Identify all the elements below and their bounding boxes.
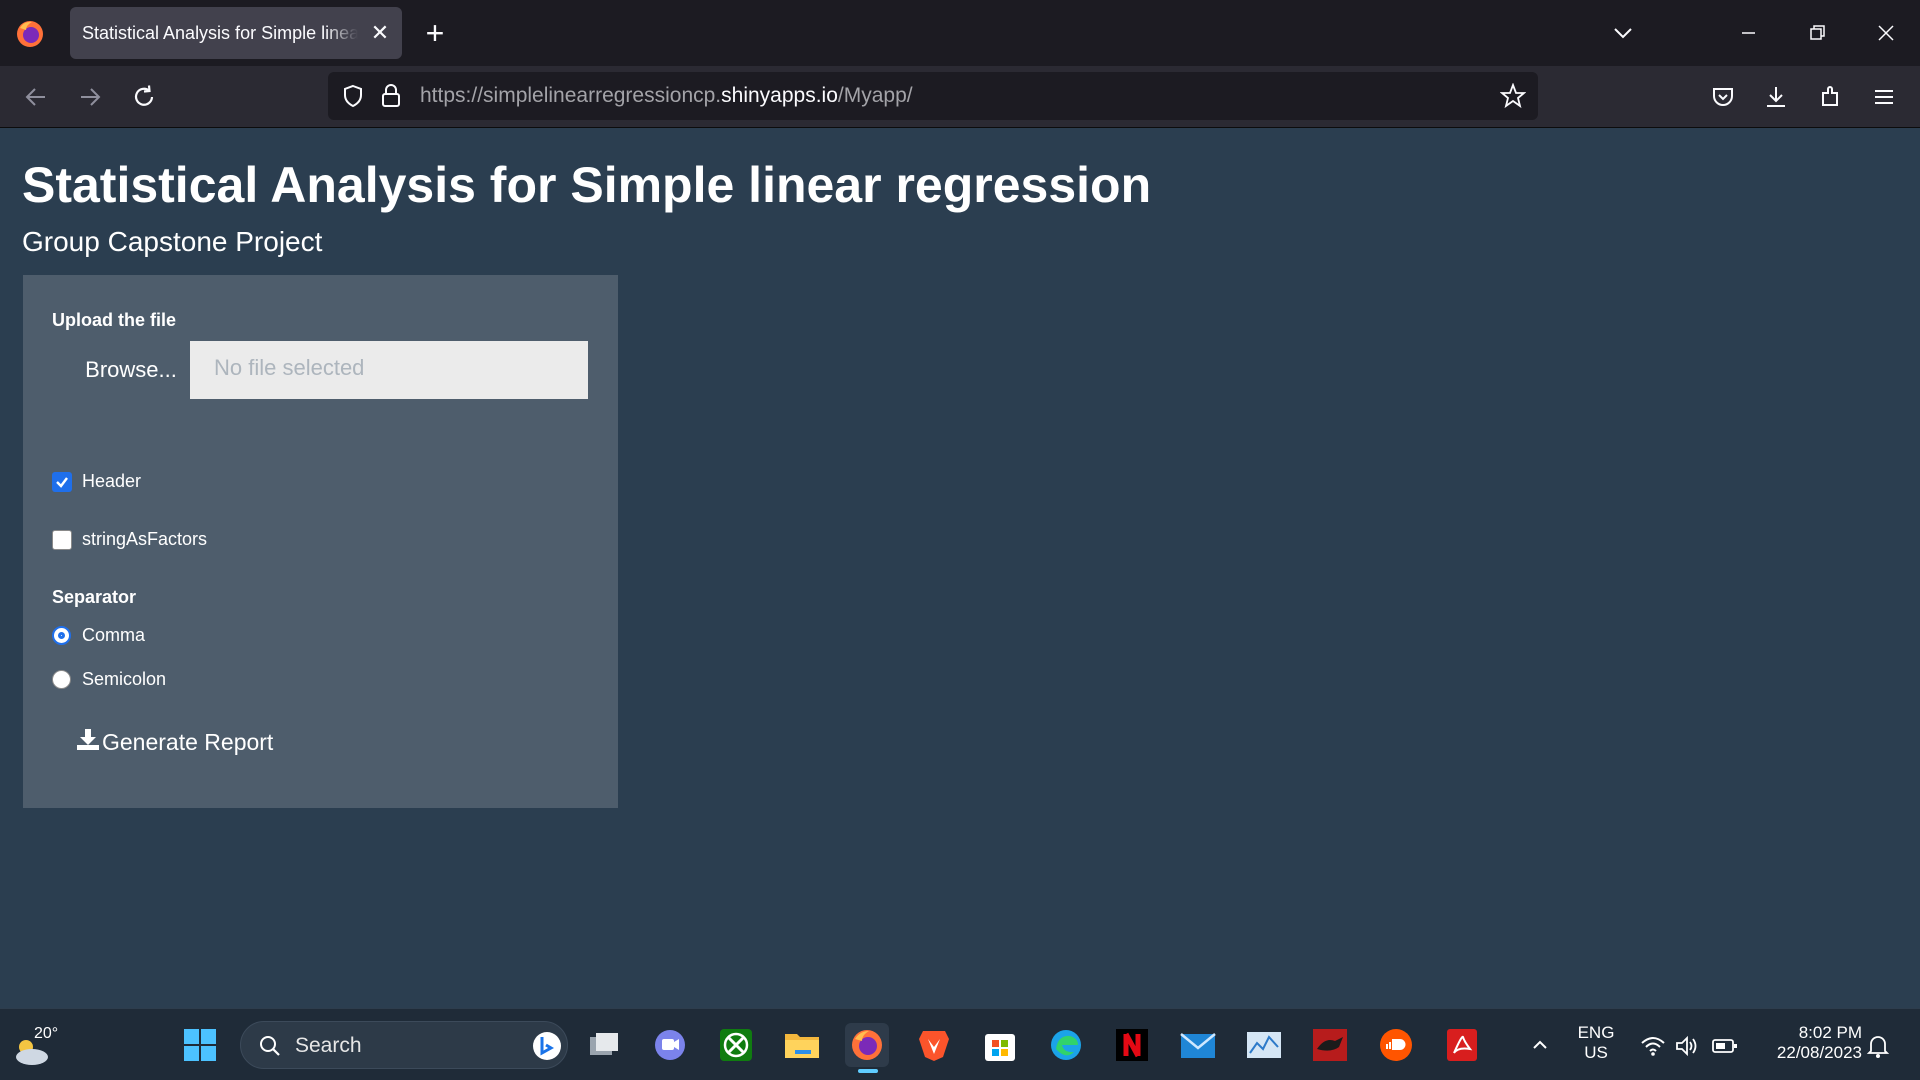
show-hidden-icons-chevron-icon[interactable] — [1518, 1023, 1562, 1067]
list-all-tabs-icon[interactable] — [1607, 22, 1639, 46]
lang-line1: ENG — [1577, 1023, 1615, 1042]
page-title: Statistical Analysis for Simple linear r… — [22, 157, 1152, 213]
xbox-icon[interactable] — [714, 1023, 758, 1067]
lang-line2: US — [1584, 1043, 1608, 1062]
separator-label: Separator — [52, 587, 137, 607]
header-checkbox[interactable] — [52, 471, 72, 492]
mail-icon[interactable] — [1176, 1023, 1220, 1067]
strings-checkbox-row[interactable]: stringAsFactors — [52, 529, 207, 550]
lock-icon[interactable] — [380, 83, 402, 114]
teams-chat-icon[interactable] — [648, 1023, 692, 1067]
clock-date: 22/08/2023 — [1776, 1043, 1862, 1062]
download-icon — [76, 727, 100, 757]
radio-semicolon-label: Semicolon — [82, 669, 167, 689]
close-tab-icon[interactable]: ✕ — [368, 21, 392, 45]
pocket-icon[interactable] — [1707, 81, 1739, 113]
sidebar-panel: Upload the file Browse... No file select… — [23, 275, 618, 808]
downloads-icon[interactable] — [1760, 81, 1792, 113]
volume-icon[interactable] — [1674, 1035, 1700, 1062]
header-checkbox-label: Header — [82, 471, 142, 491]
edge-icon[interactable] — [1044, 1023, 1088, 1067]
windows-taskbar: 20° Search ENG US 8:02 PM 22/08/2023 — [0, 1008, 1920, 1080]
browser-tab-bar: Statistical Analysis for Simple linear ✕… — [0, 0, 1920, 66]
wifi-icon[interactable] — [1640, 1035, 1666, 1062]
browse-button[interactable]: Browse... — [51, 341, 211, 399]
search-label: Search — [295, 1034, 362, 1057]
acrobat-icon[interactable] — [1440, 1023, 1484, 1067]
input-language-indicator[interactable]: ENG US — [1574, 1023, 1618, 1063]
generate-report-button[interactable]: Generate Report — [76, 720, 273, 764]
windows-start-icon[interactable] — [178, 1023, 222, 1067]
page-subtitle: Group Capstone Project — [22, 226, 323, 257]
resource-monitor-icon[interactable] — [1242, 1023, 1286, 1067]
soundcloud-icon[interactable] — [1374, 1023, 1418, 1067]
extensions-icon[interactable] — [1815, 81, 1847, 113]
url-text[interactable]: https://simplelinearregressioncp.shinyap… — [420, 84, 913, 108]
partly-cloudy-icon — [12, 1035, 52, 1072]
tab-active[interactable]: Statistical Analysis for Simple linear ✕ — [70, 7, 402, 59]
page-content: Statistical Analysis for Simple linear r… — [0, 128, 1920, 1008]
weather-widget[interactable]: 20° — [10, 1023, 60, 1071]
restore-icon[interactable] — [1797, 16, 1837, 50]
firefox-logo-icon[interactable] — [14, 18, 46, 50]
back-icon[interactable] — [20, 81, 52, 113]
menu-hamburger-icon[interactable] — [1868, 81, 1900, 113]
radio-comma-row[interactable]: Comma — [52, 625, 145, 646]
navigation-bar: https://simplelinearregressioncp.shinyap… — [0, 66, 1920, 128]
red-app-icon[interactable] — [1308, 1023, 1352, 1067]
generate-report-label: Generate Report — [102, 728, 274, 755]
radio-semicolon[interactable] — [52, 670, 71, 689]
strings-checkbox-label: stringAsFactors — [82, 529, 208, 549]
netflix-icon[interactable] — [1110, 1023, 1154, 1067]
taskbar-search-box[interactable]: Search — [240, 1021, 568, 1069]
tab-title: Statistical Analysis for Simple linear — [82, 22, 358, 43]
radio-comma-label: Comma — [82, 625, 146, 645]
url-domain: shinyapps.io — [721, 84, 838, 107]
search-icon — [257, 1033, 283, 1064]
active-app-indicator — [858, 1069, 878, 1073]
new-tab-icon[interactable]: + — [420, 16, 450, 50]
minimize-icon[interactable] — [1728, 16, 1768, 50]
tracking-protection-shield-icon[interactable] — [340, 83, 366, 114]
upload-label: Upload the file — [52, 310, 177, 330]
bookmark-star-icon[interactable] — [1499, 82, 1527, 114]
header-checkbox-row[interactable]: Header — [52, 471, 141, 492]
url-path: /Myapp/ — [837, 84, 913, 107]
close-window-icon[interactable] — [1866, 16, 1906, 50]
radio-semicolon-row[interactable]: Semicolon — [52, 669, 166, 690]
notification-bell-icon[interactable] — [1866, 1033, 1890, 1064]
strings-as-factors-checkbox[interactable] — [52, 529, 72, 550]
clock[interactable]: 8:02 PM 22/08/2023 — [1752, 1023, 1862, 1063]
bing-icon[interactable] — [531, 1030, 563, 1067]
task-view-icon[interactable] — [582, 1023, 626, 1067]
file-explorer-icon[interactable] — [780, 1023, 824, 1067]
url-prefix: https://simplelinearregressioncp. — [420, 84, 722, 107]
reload-icon[interactable] — [128, 81, 160, 113]
battery-icon[interactable] — [1712, 1037, 1738, 1060]
forward-icon[interactable] — [74, 81, 106, 113]
radio-comma[interactable] — [52, 626, 71, 645]
microsoft-store-icon[interactable] — [978, 1023, 1022, 1067]
file-name-field[interactable]: No file selected — [190, 341, 588, 399]
firefox-taskbar-icon[interactable] — [845, 1023, 889, 1073]
brave-icon[interactable] — [912, 1023, 956, 1067]
address-bar[interactable]: https://simplelinearregressioncp.shinyap… — [328, 72, 1538, 120]
clock-time: 8:02 PM — [1798, 1023, 1862, 1042]
